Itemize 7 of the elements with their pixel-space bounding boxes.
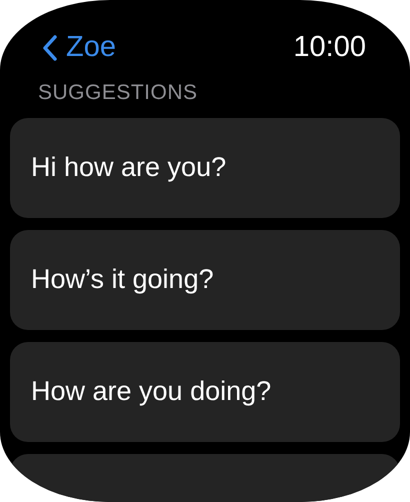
back-chevron-icon [42, 34, 58, 62]
back-button[interactable]: Zoe [42, 26, 116, 70]
suggestion-item[interactable]: How’s it going? [10, 230, 400, 330]
suggestion-item[interactable]: How are you doing? [10, 342, 400, 442]
section-title: SUGGESTIONS [37, 80, 198, 106]
suggestion-item[interactable]: Hi how are you? [10, 118, 400, 218]
time-label: 10:00 [293, 30, 366, 65]
